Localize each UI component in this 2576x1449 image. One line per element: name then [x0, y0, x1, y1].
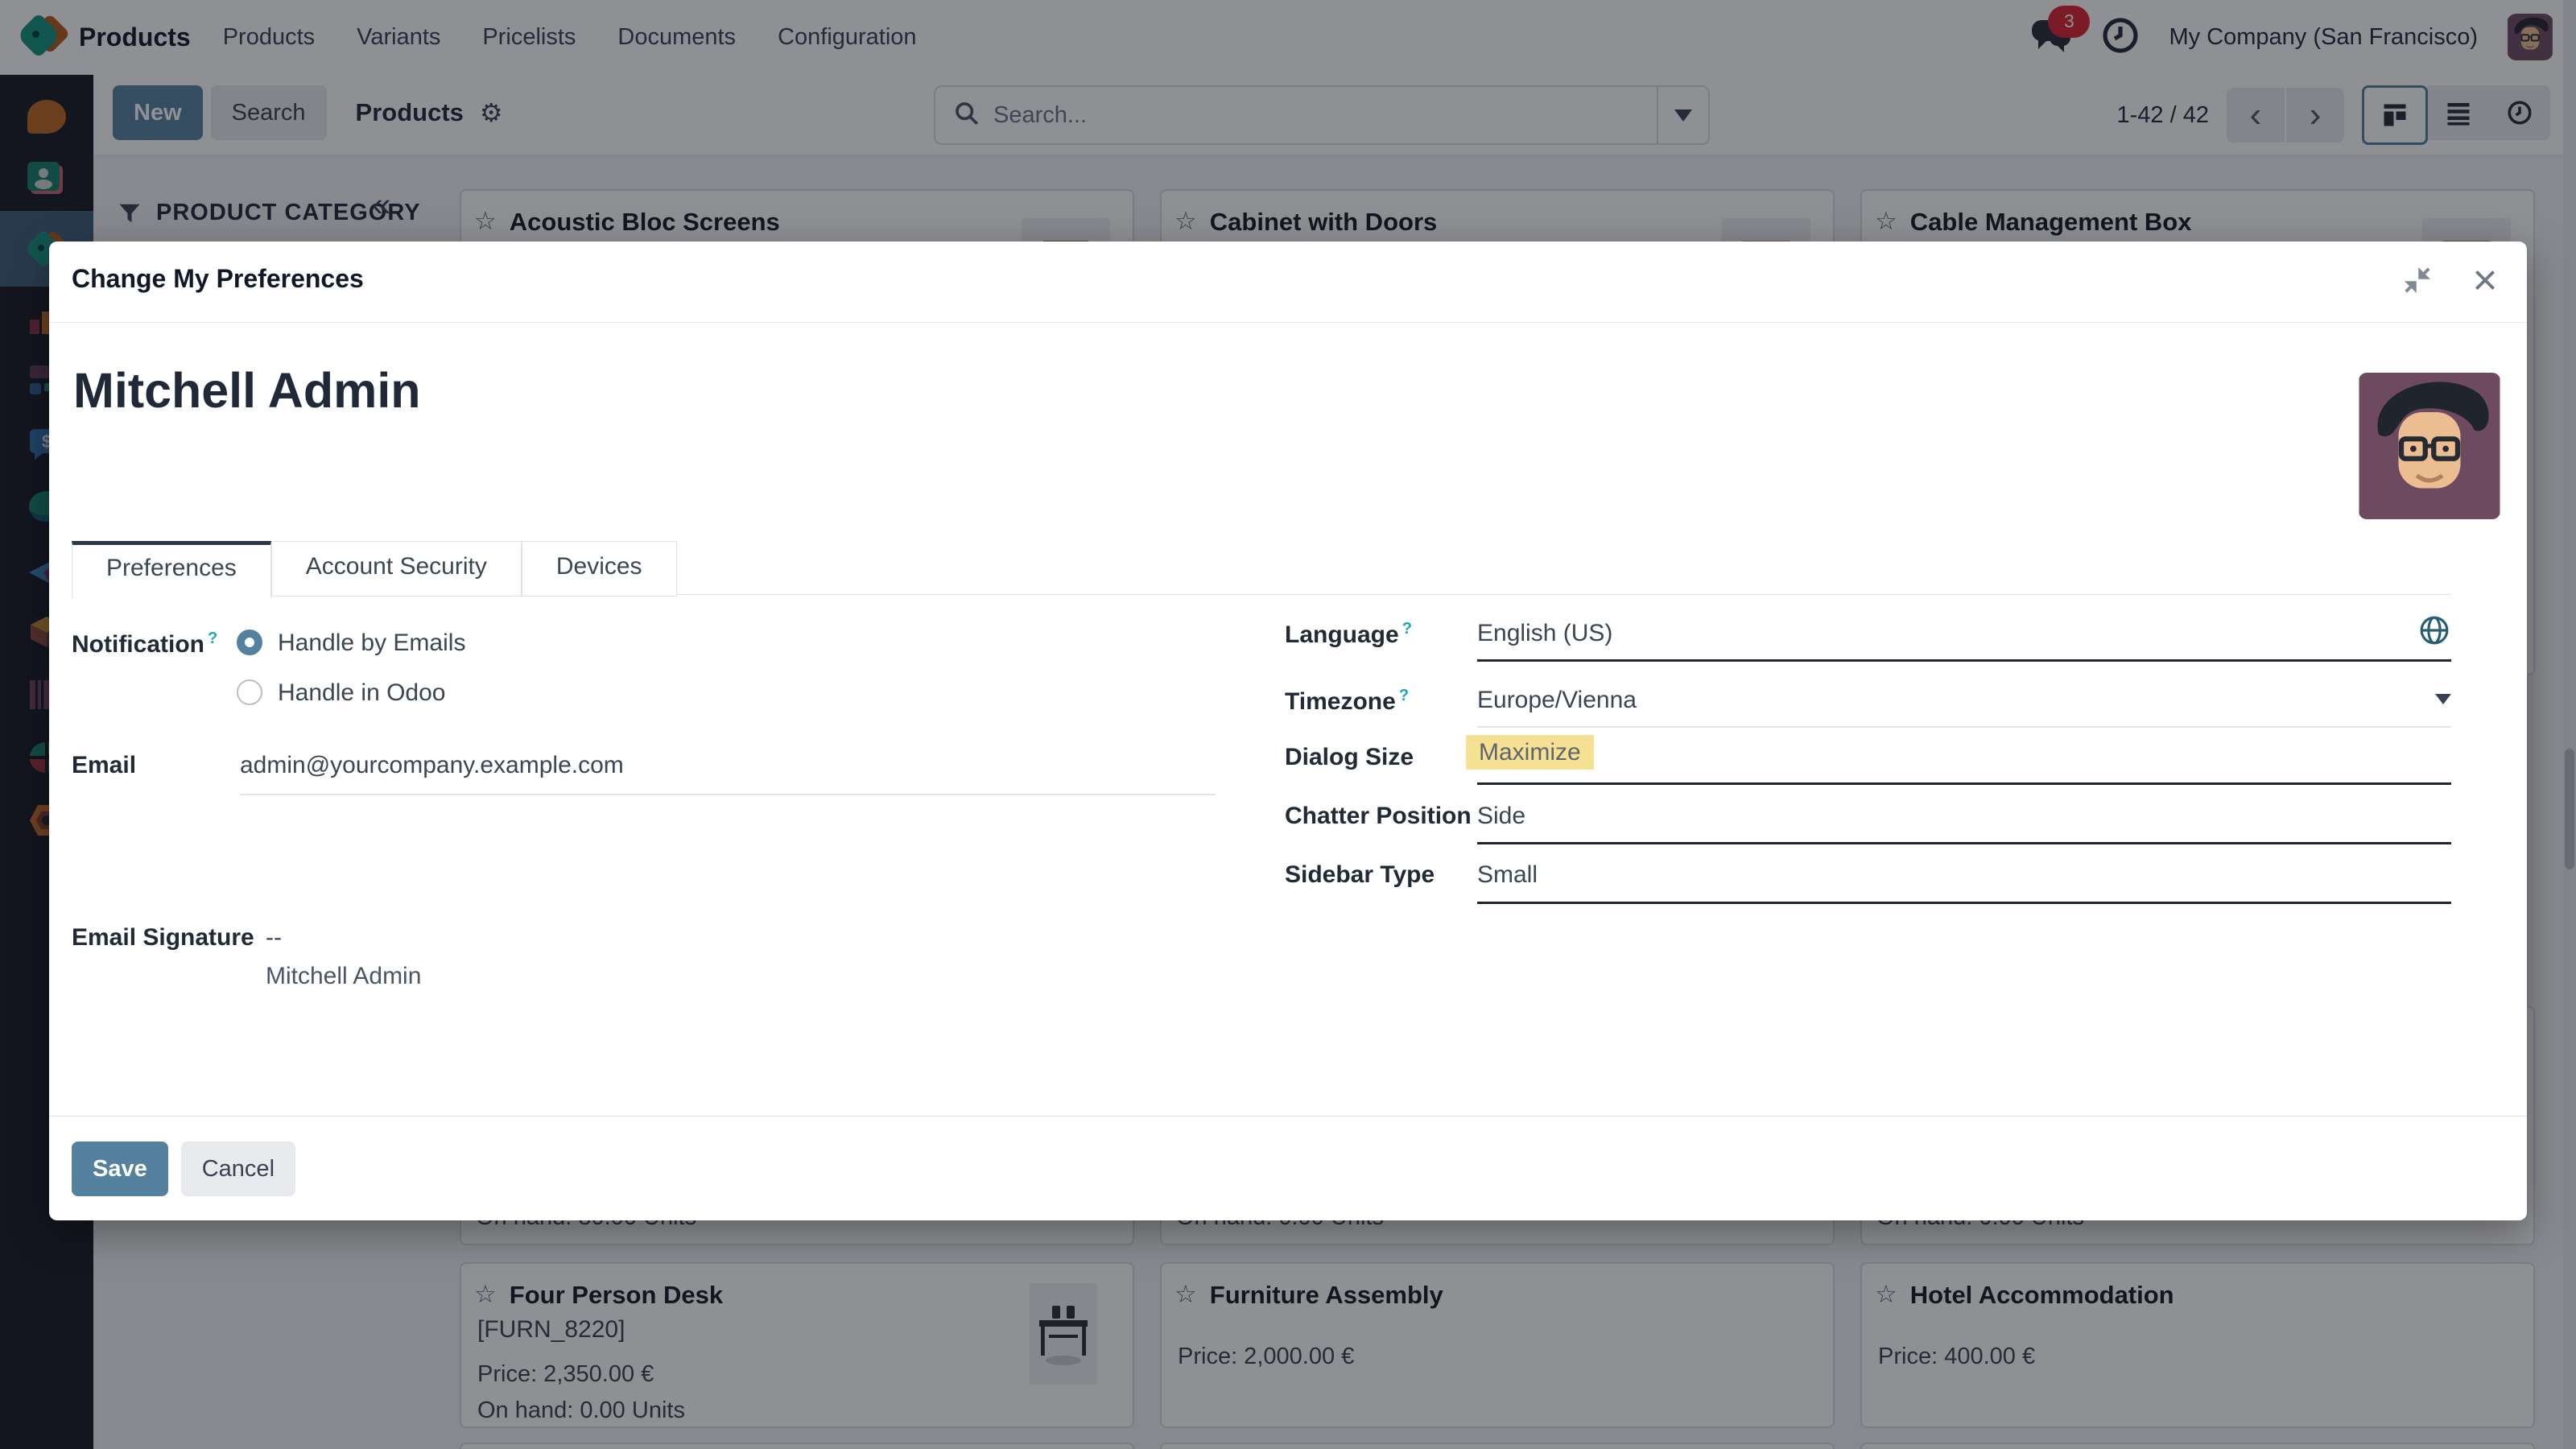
- timezone-field[interactable]: Europe/Vienna: [1477, 687, 1637, 714]
- compress-icon: [2405, 267, 2430, 293]
- odoo-screen: Products Products Variants Pricelists Do…: [0, 0, 2576, 1449]
- radio-label-handle-in-odoo[interactable]: Handle in Odoo: [278, 679, 445, 707]
- cancel-button[interactable]: Cancel: [180, 1141, 296, 1196]
- dialog-title: Change My Preferences: [72, 264, 364, 293]
- chatter-position-label: Chatter Position: [1285, 803, 1472, 829]
- timezone-label: Timezone?: [1285, 687, 1410, 715]
- radio-handle-in-odoo[interactable]: [237, 679, 262, 705]
- globe-icon[interactable]: [2419, 615, 2450, 650]
- help-marker[interactable]: ?: [1399, 687, 1409, 704]
- timezone-caret-icon[interactable]: [2435, 694, 2451, 704]
- dialog-restore-button[interactable]: [2398, 261, 2437, 299]
- radio-handle-by-emails[interactable]: [237, 630, 262, 655]
- dialog-size-field[interactable]: Maximize: [1466, 735, 1594, 770]
- dialog-size-label: Dialog Size: [1285, 744, 1414, 770]
- tab-preferences[interactable]: Preferences: [72, 541, 271, 600]
- email-field[interactable]: admin@yourcompany.example.com: [240, 752, 624, 779]
- sidebar-type-label: Sidebar Type: [1285, 861, 1435, 888]
- email-label: Email: [72, 752, 137, 778]
- tab-devices[interactable]: Devices: [521, 541, 677, 597]
- dialog-tabs: Preferences Account Security Devices: [72, 541, 677, 600]
- highlighted-value: Maximize: [1466, 735, 1594, 770]
- dialog-header: Change My Preferences ×: [49, 242, 2527, 323]
- radio-label-handle-by-emails[interactable]: Handle by Emails: [278, 630, 465, 657]
- dialog-close-button[interactable]: ×: [2466, 256, 2504, 304]
- user-name-heading: Mitchell Admin: [73, 363, 421, 418]
- change-preferences-dialog: Change My Preferences × Mitchell Admin P…: [49, 242, 2527, 1220]
- language-field[interactable]: English (US): [1477, 620, 1612, 647]
- email-signature-label: Email Signature: [72, 924, 254, 951]
- tab-account-security[interactable]: Account Security: [270, 541, 522, 597]
- signature-editor[interactable]: --: [266, 924, 282, 952]
- close-icon: ×: [2472, 256, 2498, 304]
- chatter-position-field[interactable]: Side: [1477, 803, 1525, 830]
- signature-name[interactable]: Mitchell Admin: [266, 963, 421, 990]
- help-marker[interactable]: ?: [208, 630, 217, 647]
- notification-label: Notification?: [72, 630, 218, 658]
- profile-avatar[interactable]: [2359, 373, 2500, 519]
- save-button[interactable]: Save: [72, 1141, 168, 1196]
- help-marker[interactable]: ?: [1402, 620, 1412, 638]
- language-label: Language?: [1285, 620, 1412, 648]
- sidebar-type-field[interactable]: Small: [1477, 861, 1538, 889]
